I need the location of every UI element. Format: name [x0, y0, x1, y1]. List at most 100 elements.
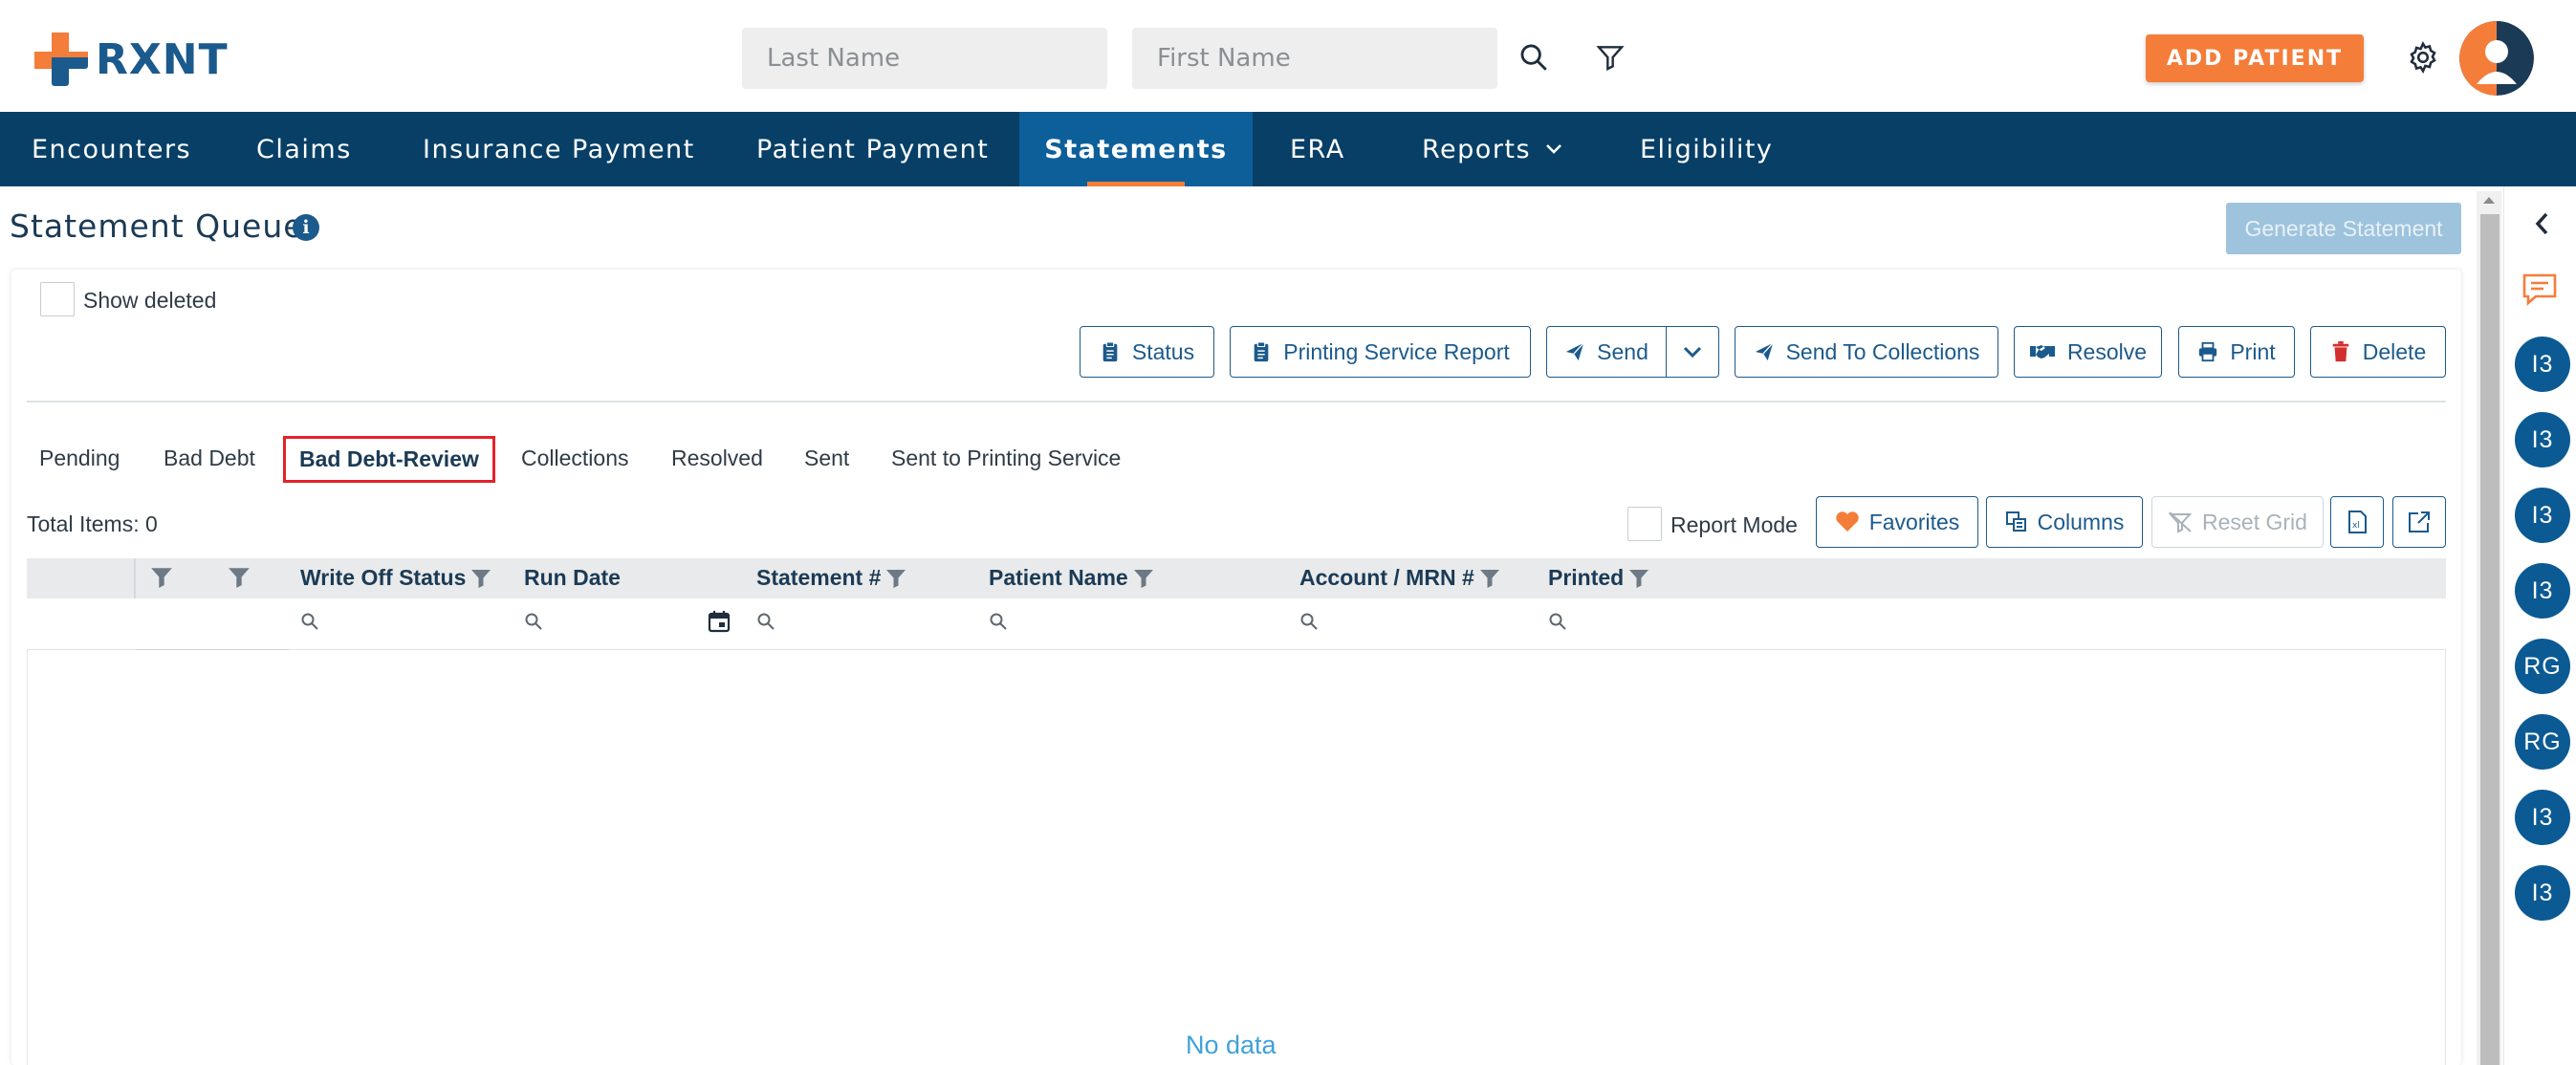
column-label: Printed: [1548, 565, 1625, 590]
chevron-down-icon: [1546, 144, 1561, 154]
tab-sent-to-printing-service[interactable]: Sent to Printing Service: [891, 446, 1121, 471]
nav-era[interactable]: ERA: [1290, 112, 1345, 186]
svg-text:xl: xl: [2352, 521, 2360, 531]
export-excel-button[interactable]: xl: [2330, 496, 2384, 548]
paper-plane-icon: [1755, 342, 1774, 361]
show-deleted-checkbox[interactable]: [40, 282, 75, 316]
tab-sent[interactable]: Sent: [804, 446, 849, 471]
scrollbar-thumb[interactable]: [2480, 214, 2500, 1065]
rail-avatar[interactable]: I3: [2515, 865, 2570, 921]
filter-funnel-icon[interactable]: [227, 565, 251, 590]
filter-cell[interactable]: [136, 598, 289, 650]
filter-funnel-icon[interactable]: [1478, 567, 1501, 590]
rail-avatar[interactable]: I3: [2515, 488, 2570, 543]
column-header-patient-name[interactable]: Patient Name: [989, 565, 1155, 591]
show-deleted-label: Show deleted: [83, 288, 217, 313]
toolbar-divider: [27, 401, 2446, 402]
tab-bad-debt[interactable]: Bad Debt: [164, 446, 255, 471]
last-name-input[interactable]: [742, 28, 1107, 89]
handshake-icon: [2029, 345, 2055, 359]
first-name-input[interactable]: [1132, 28, 1497, 89]
columns-icon: [2005, 511, 2026, 532]
send-to-collections-label: Send To Collections: [1785, 338, 1980, 364]
rail-avatar[interactable]: RG: [2515, 714, 2570, 770]
delete-button[interactable]: Delete: [2310, 326, 2446, 378]
search-icon[interactable]: [1299, 612, 1319, 631]
nav-statements[interactable]: Statements: [1019, 112, 1253, 186]
printing-service-report-label: Printing Service Report: [1283, 338, 1510, 364]
favorites-button[interactable]: Favorites: [1816, 496, 1978, 548]
rail-avatar[interactable]: I3: [2515, 412, 2570, 467]
filter-funnel-icon[interactable]: [884, 567, 907, 590]
tab-pending[interactable]: Pending: [39, 446, 120, 471]
info-icon[interactable]: i: [293, 214, 319, 241]
rail-avatar[interactable]: I3: [2515, 563, 2570, 619]
status-button[interactable]: Status: [1080, 326, 1214, 378]
filter-funnel-icon[interactable]: [149, 565, 174, 590]
send-to-collections-button[interactable]: Send To Collections: [1735, 326, 1998, 378]
filter-icon[interactable]: [1589, 36, 1631, 78]
column-header-account-mrn[interactable]: Account / MRN #: [1299, 565, 1501, 591]
column-label: Statement #: [756, 565, 882, 590]
column-header-run-date[interactable]: Run Date: [524, 565, 621, 591]
filter-funnel-icon[interactable]: [1627, 567, 1650, 590]
clipboard-icon: [1102, 341, 1118, 362]
reset-grid-label: Reset Grid: [2202, 509, 2307, 534]
search-icon[interactable]: [300, 612, 319, 631]
delete-label: Delete: [2362, 338, 2427, 364]
nav-eligibility[interactable]: Eligibility: [1640, 112, 1773, 186]
reset-grid-button[interactable]: Reset Grid: [2151, 496, 2324, 548]
send-button[interactable]: Send: [1546, 326, 1667, 378]
trash-icon: [2332, 341, 2348, 362]
printer-icon: [2199, 341, 2217, 362]
tab-bad-debt-review[interactable]: Bad Debt-Review: [283, 436, 495, 483]
column-label: Account / MRN #: [1299, 565, 1474, 590]
filter-funnel-icon[interactable]: [1132, 567, 1155, 590]
rail-avatar[interactable]: I3: [2515, 337, 2570, 392]
column-header-write-off-status[interactable]: Write Off Status: [300, 565, 492, 591]
generate-statement-button[interactable]: Generate Statement: [2226, 203, 2461, 254]
rxnt-logo-icon: [34, 33, 88, 86]
grid-filter-row: [27, 598, 2446, 650]
rail-avatar[interactable]: I3: [2515, 790, 2570, 845]
search-icon[interactable]: [989, 612, 1008, 631]
nav-encounters[interactable]: Encounters: [32, 112, 191, 186]
tab-collections[interactable]: Collections: [521, 446, 629, 471]
calendar-icon[interactable]: [708, 610, 731, 633]
heart-icon: [1836, 511, 1859, 532]
nav-reports[interactable]: Reports: [1422, 112, 1563, 186]
print-button[interactable]: Print: [2178, 326, 2295, 378]
favorites-label: Favorites: [1868, 509, 1960, 534]
rail-avatar[interactable]: RG: [2515, 639, 2570, 694]
export-button[interactable]: [2392, 496, 2446, 548]
add-patient-button[interactable]: ADD PATIENT: [2146, 34, 2364, 82]
resolve-button[interactable]: Resolve: [2014, 326, 2162, 378]
search-icon[interactable]: [756, 612, 775, 631]
columns-button[interactable]: Columns: [1986, 496, 2143, 548]
report-mode-checkbox[interactable]: [1627, 507, 1662, 541]
brand-logo[interactable]: RXNT: [33, 31, 229, 88]
search-icon[interactable]: [1513, 36, 1555, 78]
nav-claims[interactable]: Claims: [256, 112, 352, 186]
nav-insurance-payment[interactable]: Insurance Payment: [423, 112, 695, 186]
settings-gear-icon[interactable]: [2402, 36, 2444, 78]
filter-off-icon: [2168, 511, 2193, 533]
chat-bubble-icon[interactable]: [2521, 272, 2559, 306]
nav-reports-label: Reports: [1422, 134, 1532, 164]
column-header-printed[interactable]: Printed: [1548, 565, 1650, 591]
search-icon[interactable]: [524, 612, 543, 631]
search-icon[interactable]: [1548, 612, 1567, 631]
grid-right-border: [2445, 650, 2446, 1065]
column-header-statement-number[interactable]: Statement #: [756, 565, 907, 591]
scroll-up-arrow-icon[interactable]: [2482, 195, 2496, 205]
column-label: Patient Name: [989, 565, 1128, 590]
printing-service-report-button[interactable]: Printing Service Report: [1230, 326, 1531, 378]
tab-resolved[interactable]: Resolved: [671, 446, 763, 471]
filter-funnel-icon[interactable]: [469, 567, 492, 590]
nav-patient-payment[interactable]: Patient Payment: [756, 112, 989, 186]
send-dropdown-button[interactable]: [1666, 326, 1719, 378]
user-avatar[interactable]: [2459, 21, 2534, 96]
grid-body: [27, 650, 2446, 1065]
paper-plane-icon: [1565, 342, 1584, 361]
chevron-left-icon[interactable]: [2532, 210, 2551, 237]
